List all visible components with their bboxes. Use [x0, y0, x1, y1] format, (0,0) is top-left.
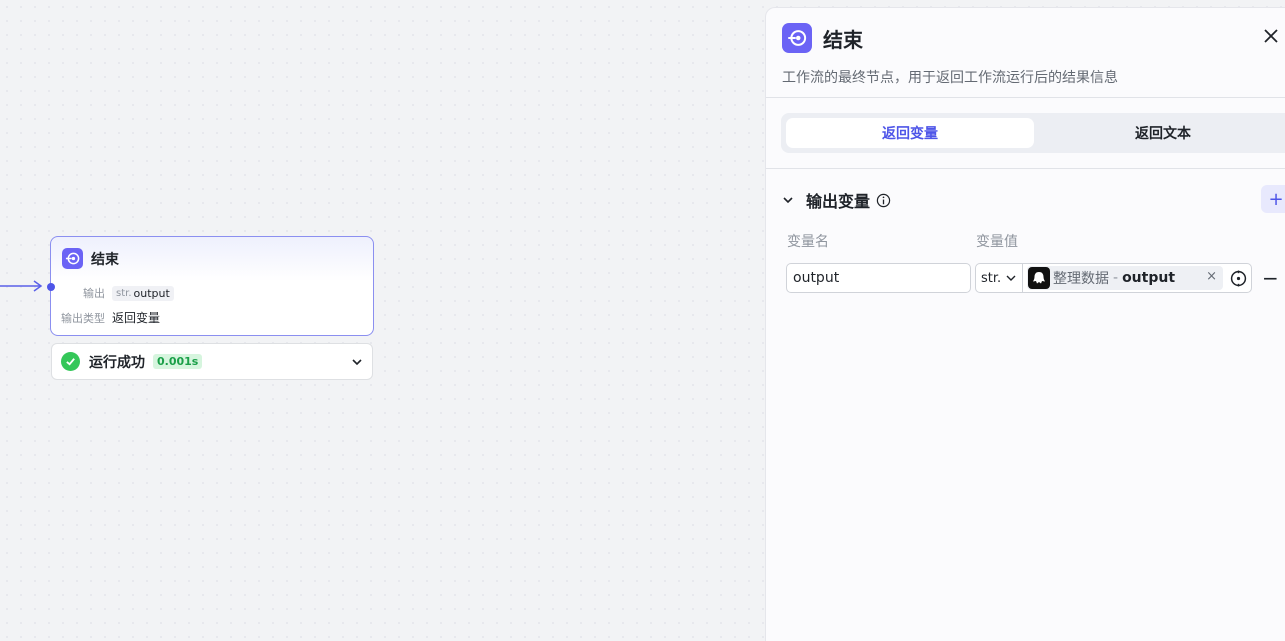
return-mode-segment: 返回变量 返回文本 [781, 113, 1285, 153]
panel-title: 结束 [823, 27, 863, 52]
end-node-icon [62, 248, 83, 269]
input-port[interactable] [47, 283, 55, 291]
divider [766, 97, 1285, 98]
output-label: 输出 [83, 287, 105, 300]
output-tag: str. output [112, 285, 174, 301]
ref-separator: - [1113, 270, 1119, 286]
connection-edge [0, 280, 43, 292]
variable-reference-chip[interactable]: 整理数据 - output × [1027, 266, 1223, 290]
panel-description: 工作流的最终节点，用于返回工作流运行后的结果信息 [782, 70, 1118, 86]
chevron-down-icon[interactable] [351, 356, 363, 368]
info-icon[interactable] [876, 193, 891, 208]
column-value-label: 变量值 [976, 234, 1018, 250]
node-config-panel: 结束 工作流的最终节点，用于返回工作流运行后的结果信息 返回变量 返回文本 输出… [765, 7, 1285, 641]
clear-reference-icon[interactable]: × [1206, 269, 1217, 284]
success-check-icon [61, 352, 80, 371]
section-title: 输出变量 [806, 192, 871, 211]
node-output-row: 输出 str. output [83, 285, 174, 301]
variable-value-field: str. 整理数据 - output × [975, 263, 1252, 293]
add-variable-button[interactable]: + [1261, 185, 1285, 213]
ref-variable-name: output [1122, 270, 1176, 286]
variable-type: str. [981, 270, 1002, 286]
divider [766, 168, 1285, 169]
output-type: str. [116, 287, 132, 299]
end-node-icon [782, 23, 812, 53]
run-status-bar[interactable]: 运行成功 0.001s [51, 343, 373, 380]
node-mode-row: 输出类型 返回变量 [61, 309, 160, 326]
node-title: 结束 [91, 251, 119, 268]
mode-label: 输出类型 [61, 311, 105, 325]
output-var: output [133, 286, 170, 300]
tab-return-variable[interactable]: 返回变量 [786, 118, 1034, 148]
mode-value: 返回变量 [112, 311, 161, 325]
output-variables-header[interactable]: 输出变量 [782, 188, 891, 212]
remove-variable-button[interactable]: − [1262, 266, 1279, 290]
run-status-text: 运行成功 [89, 354, 145, 371]
variable-name-input[interactable] [786, 263, 971, 293]
close-icon[interactable] [1263, 28, 1279, 44]
chevron-down-icon[interactable] [782, 194, 794, 206]
end-node-card[interactable]: 结束 输出 str. output 输出类型 返回变量 [47, 236, 374, 336]
column-name-label: 变量名 [787, 234, 829, 250]
ref-node-name: 整理数据 [1053, 271, 1109, 287]
tab-return-text[interactable]: 返回文本 [1038, 118, 1285, 148]
chevron-down-icon [1006, 275, 1016, 281]
run-duration-badge: 0.001s [153, 354, 203, 369]
variable-picker-icon[interactable] [1230, 270, 1247, 287]
node-ref-icon [1028, 267, 1050, 289]
variable-type-select[interactable]: str. [976, 264, 1023, 292]
